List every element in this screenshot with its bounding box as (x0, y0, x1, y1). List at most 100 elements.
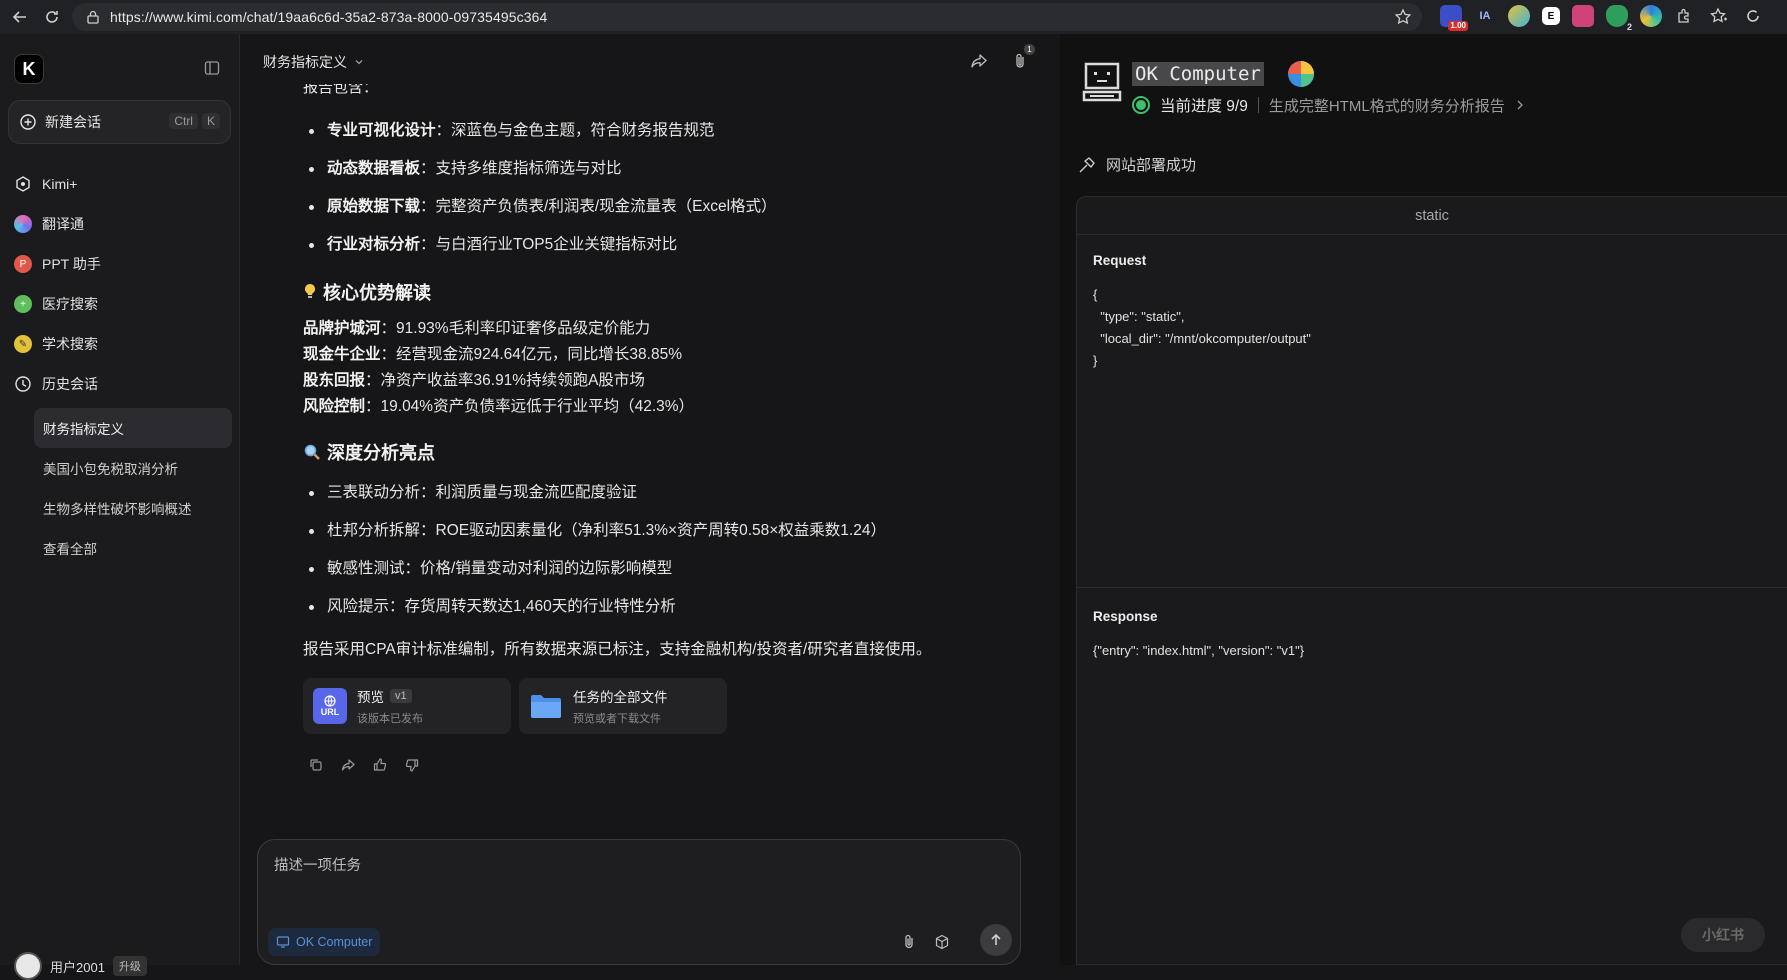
shortcut-key: Ctrl (169, 113, 198, 129)
chevron-down-icon (355, 60, 363, 65)
magnifier-icon (304, 444, 320, 460)
watermark: 小红书 (1681, 918, 1765, 952)
pixel-computer-icon (1082, 62, 1122, 102)
attachments-button[interactable]: 1 (1012, 44, 1035, 70)
url-globe-icon: URL (313, 688, 347, 724)
copilot-icon[interactable] (1742, 5, 1764, 27)
section-heading: 深度分析亮点 (303, 434, 1023, 470)
list-item: 三表联动分析：利润质量与现金流匹配度验证 (303, 474, 1023, 512)
history-item[interactable]: 美国小包免税取消分析 (34, 448, 232, 488)
sidebar-item-label: 翻译通 (42, 216, 84, 232)
advantage-bold: 品牌护城河 (303, 320, 381, 337)
view-all-link[interactable]: 查看全部 (34, 528, 232, 568)
chevron-right-icon[interactable] (1515, 99, 1525, 111)
advantage-text: ：净资产收益率36.91%持续领跑A股市场 (365, 372, 645, 389)
preview-card-text: 预览 v1 该版本已发布 (357, 686, 423, 726)
all-files-card[interactable]: 任务的全部文件 预览或者下载文件 (519, 678, 727, 734)
thumbs-down-icon (405, 759, 419, 772)
advantage-bold: 现金牛企业 (303, 346, 381, 363)
extension-e[interactable]: E (1542, 7, 1560, 25)
divider (1257, 97, 1259, 113)
extension-translate-icon[interactable] (1572, 5, 1594, 27)
new-chat-button[interactable]: 新建会话 Ctrl K (8, 100, 231, 144)
list-item: 行业对标分析：与白酒行业TOP5企业关键指标对比 (303, 226, 1023, 264)
ppt-icon: P (14, 255, 32, 273)
extension-edge-icon[interactable] (1640, 5, 1662, 27)
sidebar-item-academic-search[interactable]: ✎ 学术搜索 (14, 324, 230, 364)
advantage-text: ：经营现金流924.64亿元，同比增长38.85% (380, 346, 682, 363)
advantages-block: 品牌护城河：91.93%毛利率印证奢侈品级定价能力 现金牛企业：经营现金流924… (303, 316, 1023, 420)
panel-title: OK Computer (1132, 62, 1264, 86)
new-chat-icon (20, 114, 36, 130)
deploy-status-row: 网站部署成功 (1078, 154, 1196, 175)
status-complete-icon (1132, 96, 1150, 114)
input-tools (902, 934, 950, 950)
sidebar-item-ppt[interactable]: P PPT 助手 (14, 244, 230, 284)
site-info-icon[interactable] (86, 10, 100, 24)
send-button[interactable] (980, 924, 1012, 956)
task-input-placeholder[interactable]: 描述一项任务 (274, 854, 361, 875)
share-icon (341, 759, 355, 771)
current-task-link[interactable]: 生成完整HTML格式的财务分析报告 (1269, 95, 1505, 116)
kimi-logo[interactable]: K (14, 54, 44, 84)
list-item: 原始数据下载：完整资产负债表/利润表/现金流量表（Excel格式） (303, 188, 1023, 226)
extensions-puzzle-icon[interactable] (1674, 5, 1696, 27)
sidebar-panel-icon (204, 61, 220, 75)
chat-main: 财务指标定义 1 报告包含： 专业可视化设计：深蓝色与金色主题，符合财务报告规范… (241, 34, 1060, 965)
highlights-list: 三表联动分析：利润质量与现金流匹配度验证 杜邦分析拆解：ROE驱动因素量化（净利… (303, 474, 1023, 626)
hammer-icon (1079, 156, 1095, 172)
medical-search-icon: + (14, 295, 32, 313)
message-actions (309, 758, 1023, 772)
attach-file-button[interactable] (902, 934, 916, 950)
paperclip-icon (905, 934, 913, 949)
advantage-bold: 股东回报 (303, 372, 366, 389)
chat-header-actions: 1 (970, 44, 1035, 70)
card-title-text: 预览 (357, 690, 384, 705)
cube-tool-button[interactable] (934, 934, 950, 950)
sidebar-item-medical-search[interactable]: + 医疗搜索 (14, 284, 230, 324)
user-profile[interactable]: 用户2001 升级 (14, 952, 147, 980)
card-title: 预览 v1 (357, 686, 423, 706)
arrow-up-icon (991, 933, 1001, 945)
upgrade-tag[interactable]: 升级 (112, 956, 147, 976)
copy-button[interactable] (309, 758, 323, 772)
bookmark-star-button[interactable] (1394, 8, 1412, 26)
sidebar-item-translate[interactable]: 翻译通 (14, 204, 230, 244)
progress-text: 当前进度 9/9 (1160, 98, 1248, 115)
history-item[interactable]: 财务指标定义 (34, 408, 232, 448)
translate-icon (14, 215, 32, 233)
url-text[interactable]: https://www.kimi.com/chat/19aa6c6d-35a2-… (110, 9, 547, 25)
folder-icon (529, 688, 563, 724)
ok-computer-chip[interactable]: OK Computer (268, 928, 381, 956)
back-button[interactable] (6, 3, 34, 31)
advantage-text: ：91.93%毛利率印证奢侈品级定价能力 (380, 320, 651, 337)
extension-3-icon[interactable] (1508, 5, 1530, 27)
share-button[interactable] (970, 52, 988, 70)
list-item-text: ：支持多维度指标筛选与对比 (420, 160, 622, 177)
history-item[interactable]: 生物多样性破坏影响概述 (34, 488, 232, 528)
chat-title-dropdown[interactable]: 财务指标定义 (263, 52, 365, 72)
sidebar-toggle-button[interactable] (204, 60, 220, 76)
extension-1[interactable]: 1.00 (1440, 5, 1468, 31)
task-input-box[interactable]: 描述一项任务 OK Computer (257, 839, 1021, 965)
thumbs-up-icon (373, 758, 387, 771)
favorites-icon[interactable] (1708, 5, 1730, 27)
address-bar[interactable]: https://www.kimi.com/chat/19aa6c6d-35a2-… (72, 3, 1422, 31)
thumbs-up-button[interactable] (373, 758, 387, 772)
history-list: 财务指标定义 美国小包免税取消分析 生物多样性破坏影响概述 查看全部 (34, 408, 232, 568)
extension-ia[interactable]: IA (1474, 5, 1496, 27)
thumbs-down-button[interactable] (405, 758, 419, 772)
history-header[interactable]: 历史会话 (14, 364, 98, 404)
preview-card[interactable]: URL 预览 v1 该版本已发布 (303, 678, 511, 734)
sidebar-item-label: PPT 助手 (42, 256, 101, 272)
request-body: { "type": "static", "local_dir": "/mnt/o… (1093, 287, 1311, 368)
chat-title: 财务指标定义 (263, 54, 347, 70)
sidebar-item-label: Kimi+ (42, 176, 78, 192)
reload-button[interactable] (38, 3, 66, 31)
request-section: Request { "type": "static", "local_dir":… (1093, 253, 1311, 372)
cube-icon (935, 934, 949, 950)
extension-shield-icon[interactable]: 2 (1606, 5, 1632, 32)
lightbulb-icon (305, 284, 315, 298)
sidebar-item-kimi-plus[interactable]: Kimi+ (14, 164, 230, 204)
share-message-button[interactable] (341, 758, 355, 772)
